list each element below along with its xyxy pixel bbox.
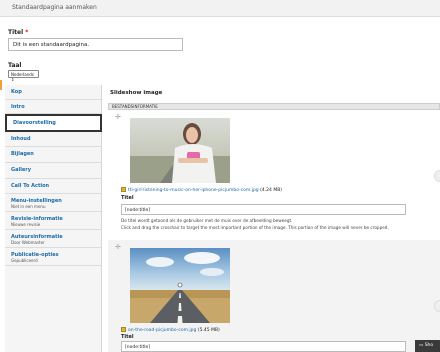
tab-label: Publicatie-opties	[11, 252, 59, 258]
file-link[interactable]: on-the-road-picjumbo-com.jpg	[128, 328, 196, 333]
file-size: (5.45 MB)	[197, 328, 220, 333]
file-row: on-the-road-picjumbo-com.jpg (5.45 MB)	[121, 327, 220, 333]
tab-inhoud[interactable]: Inhoud	[5, 132, 102, 147]
remove-button[interactable]	[434, 170, 440, 182]
file-size: (4.24 MB)	[260, 188, 283, 193]
tab-label: Menu-instellingen	[11, 198, 62, 204]
vertical-tabs: Kop Intro Diavoorstelling Inhoud Bijlage…	[5, 85, 102, 352]
drag-handle-icon[interactable]: ✛	[115, 243, 121, 251]
tab-label: Bijlagen	[11, 151, 34, 157]
tab-label: Kop	[11, 89, 22, 95]
crosshair-help-text: Click and drag the crosshair to target t…	[121, 225, 389, 230]
file-link[interactable]: tti-girl-listening-to-music-on-her-iphon…	[128, 188, 259, 193]
tab-summary: Gepubliceerd	[11, 258, 38, 263]
comment-icon: ▭	[419, 343, 424, 348]
focus-marker	[0, 80, 2, 90]
tab-diavoorstelling[interactable]: Diavoorstelling	[5, 114, 102, 132]
title-label: Titel *	[8, 29, 28, 36]
image-thumbnail[interactable]	[130, 118, 230, 183]
file-row: tti-girl-listening-to-music-on-her-iphon…	[121, 187, 282, 193]
tab-label: Revisie-informatie	[11, 216, 63, 222]
page-title: Standaardpagina aanmaken	[12, 4, 97, 11]
panel-title: Slideshow image	[110, 90, 163, 96]
road-photo-image	[130, 248, 230, 323]
taal-label: Taal	[8, 62, 22, 69]
image-file-icon	[121, 327, 126, 332]
image-title-input[interactable]: [node:title]	[121, 204, 406, 215]
page-heading: Standaardpagina aanmaken	[0, 0, 440, 17]
image-title-label: Titel	[121, 195, 134, 201]
tab-summary: Niet in een menu	[11, 204, 46, 209]
tab-label: Call To Action	[11, 183, 50, 189]
tab-publicatie-opties[interactable]: Publicatie-opties Gepubliceerd	[5, 248, 102, 266]
tab-label: Inhoud	[11, 136, 31, 142]
remove-button[interactable]	[434, 300, 440, 312]
image-file-icon	[121, 187, 126, 192]
tab-gallery[interactable]: Gallery	[5, 163, 102, 179]
required-marker: *	[25, 29, 29, 36]
image-title-input[interactable]: [node:title]	[121, 341, 406, 352]
title-label-text: Titel	[8, 29, 24, 36]
taal-select[interactable]: Nederlands ⇕	[8, 70, 39, 82]
girl-photo-image	[130, 118, 230, 183]
tab-call-to-action[interactable]: Call To Action	[5, 179, 102, 194]
tab-summary: Nieuwe revisie	[11, 222, 41, 227]
tab-intro[interactable]: Intro	[5, 100, 102, 114]
tab-label: Auteursinformatie	[11, 234, 63, 240]
tab-summary: Door Webmaster	[11, 240, 45, 245]
tab-bijlagen[interactable]: Bijlagen	[5, 147, 102, 163]
slideshow-panel: Slideshow image BESTANDSINFORMATIE ✛ tti…	[103, 85, 440, 352]
image-thumbnail[interactable]	[130, 248, 230, 323]
drag-handle-icon[interactable]: ✛	[115, 113, 121, 121]
file-info-header: BESTANDSINFORMATIE	[108, 103, 440, 110]
slideshow-item: ✛ tti-girl-listening-to-music-on-her-iph…	[108, 110, 440, 240]
title-help-text: De titel wordt getoond als de gebruiker …	[121, 218, 293, 223]
tab-label: Diavoorstelling	[13, 120, 56, 126]
tab-auteursinformatie[interactable]: Auteursinformatie Door Webmaster	[5, 230, 102, 248]
slideshow-item: ✛ on-the-road-picjumbo-com.jpg (5.45 MB)…	[108, 240, 440, 352]
tab-revisie-informatie[interactable]: Revisie-informatie Nieuwe revisie	[5, 212, 102, 230]
show-toolbar-button[interactable]: ▭ Sho	[415, 340, 440, 352]
image-title-label: Titel	[121, 334, 134, 340]
tab-kop[interactable]: Kop	[5, 85, 102, 100]
tab-menu-instellingen[interactable]: Menu-instellingen Niet in een menu	[5, 194, 102, 212]
tab-label: Intro	[11, 104, 25, 110]
title-input[interactable]: Dit is een standaardpagina.	[8, 38, 183, 51]
toolbar-label: Sho	[424, 343, 434, 348]
tab-label: Gallery	[11, 167, 32, 173]
